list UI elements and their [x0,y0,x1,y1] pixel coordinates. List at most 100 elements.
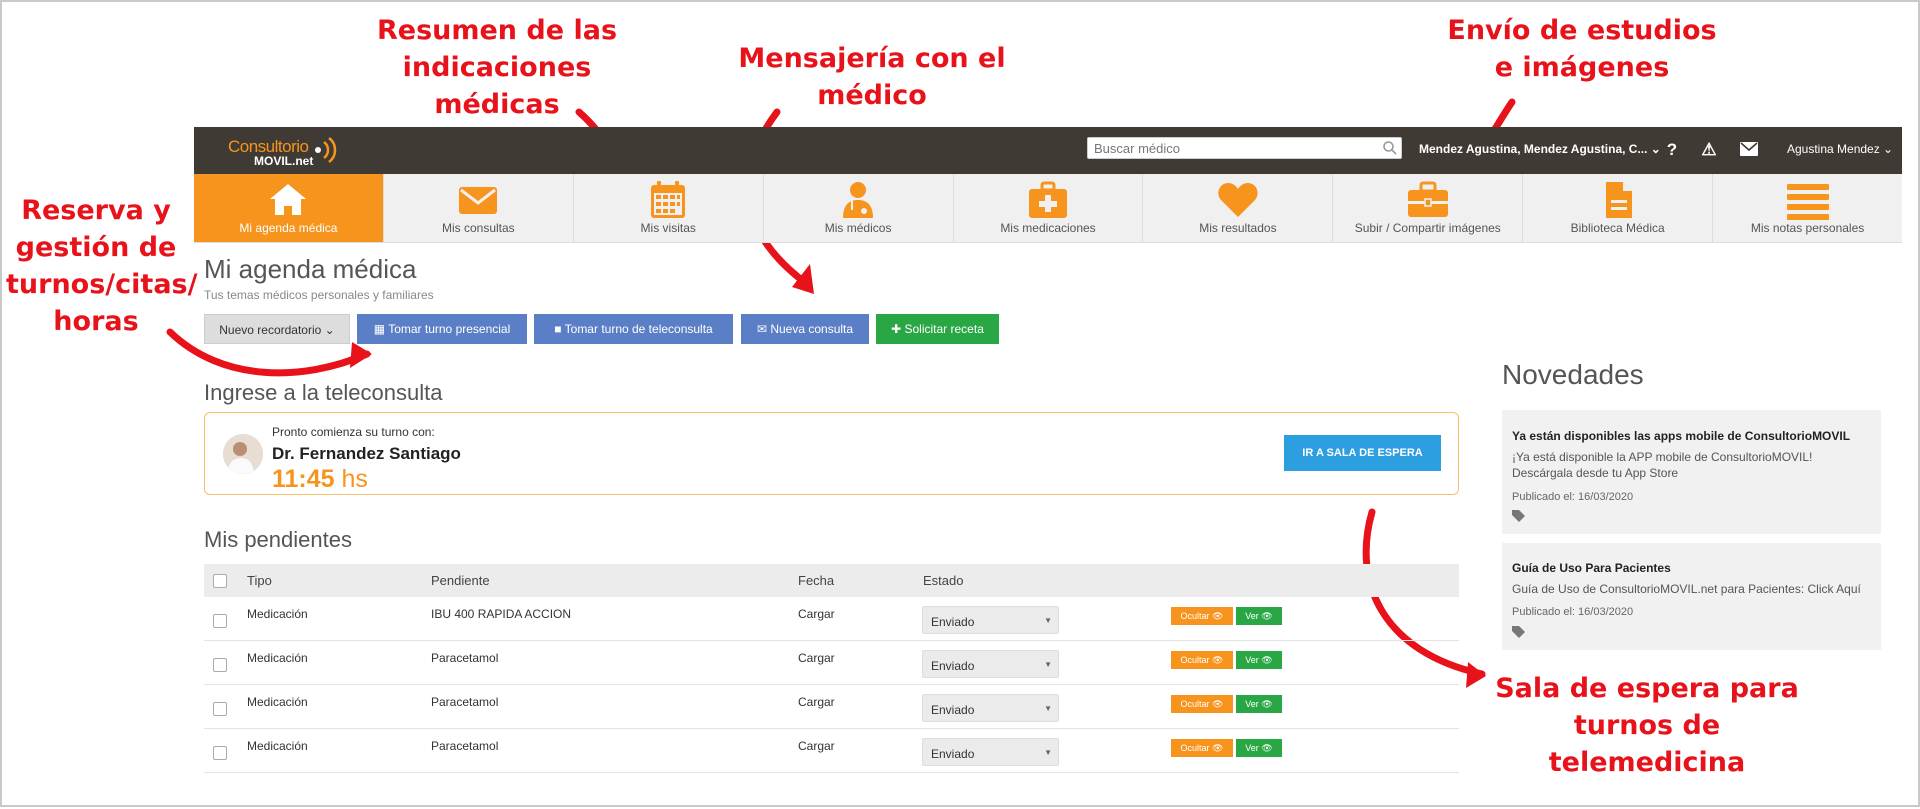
table-header: Tipo Pendiente Fecha Estado [204,564,1459,597]
signal-wave-icon [315,137,337,163]
tag-icon [1512,510,1525,522]
cell-tipo: Medicación [247,651,308,665]
row-checkbox[interactable] [213,614,227,628]
table-row: Medicación Paracetamol Cargar Enviado ▼ O… [204,729,1459,773]
help-icon[interactable]: ? [1662,140,1682,160]
appointment-time: 11:45 hs [272,465,368,494]
estado-value: Enviado [931,703,975,717]
arrowhead-mensajeria [792,264,814,294]
list-icon [1786,184,1829,220]
teleconsult-intro: Pronto comienza su turno con: [272,425,435,439]
mail-icon[interactable] [1740,142,1758,156]
news-title[interactable]: Guía de Uso Para Pacientes [1512,561,1671,575]
view-button[interactable]: Ver 👁 [1236,607,1282,625]
dropdown-arrow-icon: ▼ [1044,704,1052,713]
row-checkbox[interactable] [213,702,227,716]
new-consult-button[interactable]: ✉ Nueva consulta [741,314,869,344]
column-fecha: Fecha [798,573,835,588]
patient-selector[interactable]: Mendez Agustina, Mendez Agustina, C... ⌄ [1419,142,1661,156]
cell-fecha-link[interactable]: Cargar [798,695,835,709]
hide-button[interactable]: Ocultar 👁 [1171,739,1233,757]
nav-mis-medicos[interactable]: Mis médicos [764,174,954,242]
envelope-icon [459,187,498,214]
user-menu[interactable]: Agustina Mendez ⌄ [1787,142,1893,156]
page-subtitle: Tus temas médicos personales y familiare… [204,288,434,302]
new-reminder-dropdown[interactable]: Nuevo recordatorio ⌄ [204,314,350,344]
table-row: Medicación Paracetamol Cargar Enviado ▼ O… [204,685,1459,729]
nav-mi-agenda[interactable]: Mi agenda médica [194,174,384,242]
estado-select[interactable]: Enviado ▼ [922,694,1059,722]
book-in-person-label: Tomar turno presencial [388,322,511,336]
row-checkbox[interactable] [213,658,227,672]
dropdown-arrow-icon: ▼ [1044,616,1052,625]
request-prescription-button[interactable]: ✚ Solicitar receta [876,314,999,344]
nav-mis-medicaciones[interactable]: Mis medicaciones [954,174,1144,242]
nav-mis-visitas[interactable]: Mis visitas [574,174,764,242]
briefcase-icon [1407,181,1448,217]
nav-label: Mis resultados [1199,221,1277,235]
estado-select[interactable]: Enviado ▼ [922,606,1059,634]
cell-tipo: Medicación [247,695,308,709]
nav-subir-compartir[interactable]: Subir / Compartir imágenes [1333,174,1524,242]
pending-heading: Mis pendientes [204,527,352,552]
news-date: Publicado el: 16/03/2020 [1512,491,1634,503]
view-button[interactable]: Ver 👁 [1236,695,1282,713]
cell-fecha-link[interactable]: Cargar [798,651,835,665]
appointment-time-unit: hs [341,465,368,493]
column-pendiente: Pendiente [431,573,490,588]
hide-button[interactable]: Ocultar 👁 [1171,651,1233,669]
news-item[interactable]: Guía de Uso Para Pacientes Guía de Uso d… [1502,543,1881,650]
nav-notas-personales[interactable]: Mis notas personales [1713,174,1902,242]
search-doctor-input[interactable] [1087,137,1402,159]
cell-fecha-link[interactable]: Cargar [798,739,835,753]
first-aid-kit-icon [1029,181,1067,218]
top-bar: Consultorio MOVIL.net Mendez Agustina, M… [194,127,1902,174]
nav-label: Biblioteca Médica [1570,221,1665,235]
document-icon [1605,182,1632,218]
view-button[interactable]: Ver 👁 [1236,651,1282,669]
consultorio-movil-logo[interactable]: Consultorio MOVIL.net [228,133,338,169]
news-body: Guía de Uso de ConsultorioMOVIL.net para… [1512,582,1861,596]
screenshot-frame: Resumen de las indicaciones médicas Mens… [0,0,1920,807]
estado-select[interactable]: Enviado ▼ [922,650,1059,678]
table-row: Medicación Paracetamol Cargar Enviado ▼ O… [204,641,1459,685]
cell-pendiente: Paracetamol [431,695,499,709]
news-date: Publicado el: 16/03/2020 [1512,606,1634,618]
nav-mis-consultas[interactable]: Mis consultas [384,174,574,242]
cell-fecha-link[interactable]: Cargar [798,607,835,621]
news-body: ¡Ya está disponible la APP mobile de Con… [1512,450,1813,480]
nav-label: Subir / Compartir imágenes [1354,221,1501,235]
waiting-room-button[interactable]: IR A SALA DE ESPERA [1284,435,1441,471]
view-button[interactable]: Ver 👁 [1236,739,1282,757]
nav-label: Mis visitas [640,221,696,235]
annotation-mensajeria: Mensajería con el médico [738,43,1006,111]
news-heading: Novedades [1502,359,1644,390]
dropdown-arrow-icon: ▼ [1044,660,1052,669]
alert-icon[interactable]: ⚠ [1699,140,1719,160]
envelope-small-icon: ✉ [756,322,771,336]
tag-icon [1512,626,1525,638]
column-tipo: Tipo [247,573,272,588]
book-teleconsult-button[interactable]: ■ Tomar turno de teleconsulta [534,314,733,344]
cell-pendiente: Paracetamol [431,739,499,753]
news-title[interactable]: Ya están disponibles las apps mobile de … [1512,429,1850,443]
video-camera-icon: ■ [554,322,565,336]
hide-button[interactable]: Ocultar 👁 [1171,695,1233,713]
estado-value: Enviado [931,747,975,761]
annotation-sala: Sala de espera para turnos de telemedici… [1495,673,1799,778]
book-in-person-button[interactable]: ▦ Tomar turno presencial [357,314,527,344]
estado-select[interactable]: Enviado ▼ [922,738,1059,766]
search-icon[interactable] [1382,140,1398,156]
news-item[interactable]: Ya están disponibles las apps mobile de … [1502,410,1881,534]
select-all-checkbox[interactable] [213,574,227,588]
hide-button[interactable]: Ocultar 👁 [1171,607,1233,625]
arrowhead-reserva [350,342,372,368]
row-checkbox[interactable] [213,746,227,760]
annotation-resumen: Resumen de las indicaciones médicas [376,15,618,120]
dropdown-arrow-icon: ▼ [1044,748,1052,757]
cell-tipo: Medicación [247,739,308,753]
doctor-avatar [223,434,263,474]
nav-mis-resultados[interactable]: Mis resultados [1143,174,1334,242]
doctor-name: Dr. Fernandez Santiago [272,444,461,463]
nav-biblioteca[interactable]: Biblioteca Médica [1523,174,1714,242]
